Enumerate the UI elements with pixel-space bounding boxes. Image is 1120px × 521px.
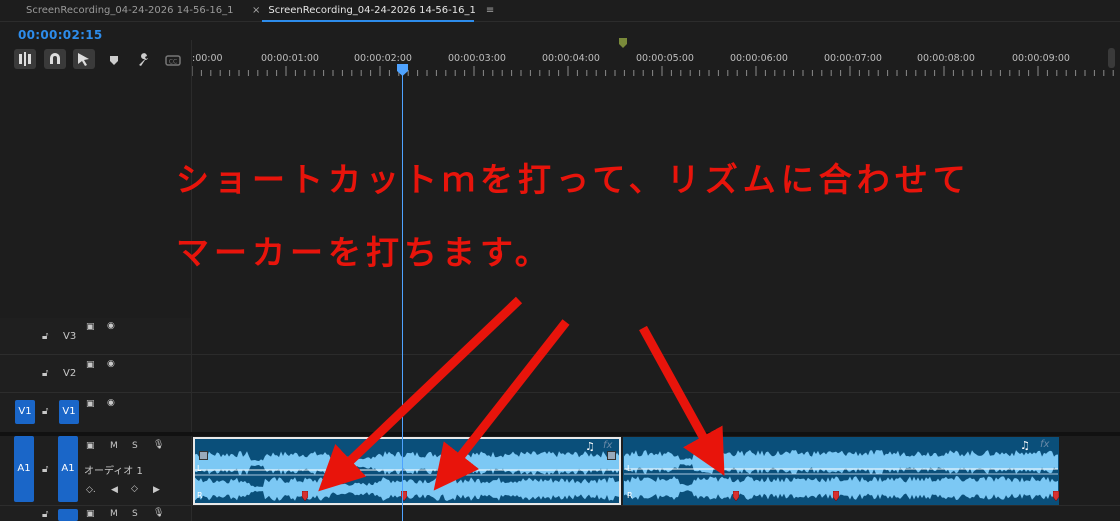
keyframe-toggle-icon[interactable]: ◇.: [86, 485, 96, 495]
track-lane-v3[interactable]: [192, 318, 1120, 355]
timeline-settings-wrench-icon[interactable]: [133, 50, 155, 70]
playhead-line[interactable]: [402, 70, 403, 521]
clip-keyframe-icon: [607, 451, 616, 460]
source-patch-a1[interactable]: A1: [14, 436, 34, 502]
tab-close-icon[interactable]: ×: [252, 5, 260, 16]
insert-sequence-as-nest-icon[interactable]: [14, 49, 36, 69]
clip-marker-icon[interactable]: [1053, 491, 1059, 501]
tab-sequence-inactive[interactable]: ScreenRecording_04-24-2026 14-56-16_1: [26, 0, 233, 22]
annotation-text-line-2: マーカーを打ちます。: [176, 233, 553, 272]
track-header-v3[interactable]: 🔓︎ V3 ▣ ◉: [0, 318, 191, 355]
right-channel-label: R: [627, 491, 633, 500]
track-target-v1[interactable]: V1: [59, 400, 79, 424]
sequence-tab-bar: ScreenRecording_04-24-2026 14-56-16_1 × S…: [0, 0, 1120, 22]
add-keyframe-icon[interactable]: ◇: [131, 484, 138, 494]
left-channel-label: L: [627, 464, 632, 473]
timeline-scrollbar[interactable]: [1103, 40, 1120, 70]
track-lock-icon[interactable]: 🔓︎: [42, 406, 48, 417]
playhead-handle[interactable]: [397, 64, 408, 76]
voice-over-record-mic-icon[interactable]: 🎙︎: [153, 508, 164, 518]
clip-keyframe-icon: [199, 451, 208, 460]
toggle-sync-lock-icon[interactable]: ▣: [86, 441, 95, 451]
ruler-time-label: 00:00:03:00: [448, 53, 506, 64]
toggle-track-output-eye-icon[interactable]: ◉: [107, 398, 115, 408]
music-note-icon: ♫: [1020, 439, 1030, 452]
track-lane-v1[interactable]: [192, 393, 1120, 433]
fx-badge-icon[interactable]: fx: [1040, 439, 1049, 450]
toggle-sync-lock-icon[interactable]: ▣: [86, 360, 95, 370]
ruler-time-label: 00:00:02:00: [354, 53, 412, 64]
mute-track-button[interactable]: M: [110, 509, 118, 519]
playhead-timecode[interactable]: 00:00:02:15: [18, 28, 103, 42]
ruler-time-label: 00:00:01:00: [261, 53, 319, 64]
clip-marker-icon[interactable]: [733, 491, 739, 501]
toggle-sync-lock-icon[interactable]: ▣: [86, 399, 95, 409]
ruler-time-label: 00:00:05:00: [636, 53, 694, 64]
ruler-time-label: 00:00:07:00: [824, 53, 882, 64]
toggle-sync-lock-icon[interactable]: ▣: [86, 509, 95, 519]
track-lane-v2[interactable]: [192, 355, 1120, 393]
svg-text:CC: CC: [169, 59, 177, 66]
track-name: V2: [63, 368, 77, 379]
fx-badge-icon[interactable]: fx: [603, 440, 612, 451]
ruler-time-label: 00:00:09:00: [1012, 53, 1070, 64]
track-lock-icon[interactable]: 🔓︎: [42, 509, 48, 520]
track-target-a2[interactable]: [58, 509, 78, 521]
ruler-time-label: 00:00:08:00: [917, 53, 975, 64]
audio-clip-2[interactable]: ♫ fx L R: [623, 437, 1059, 505]
time-ruler-ticks[interactable]: [192, 66, 1120, 76]
track-header-a2[interactable]: 🔓︎ ▣ M S 🎙︎: [0, 506, 191, 521]
tab-sequence-active[interactable]: × ScreenRecording_04-24-2026 14-56-16_1 ≡: [252, 0, 494, 22]
track-header-a1[interactable]: A1 🔓︎ A1 ▣ M S 🎙︎ オーディオ 1 ◇. ◀ ◇ ▶: [0, 436, 191, 506]
next-keyframe-icon[interactable]: ▶: [153, 485, 160, 495]
audio-waveform: [195, 451, 619, 501]
mute-track-button[interactable]: M: [110, 441, 118, 451]
solo-track-button[interactable]: S: [132, 509, 138, 519]
sequence-marker-icon[interactable]: [619, 38, 627, 48]
track-name: V3: [63, 331, 77, 342]
audio-track-label: オーディオ 1: [84, 466, 143, 477]
scrollbar-thumb[interactable]: [1108, 48, 1115, 68]
voice-over-record-mic-icon[interactable]: 🎙︎: [153, 440, 164, 450]
ruler-time-label: 00:00:04:00: [542, 53, 600, 64]
linked-selection-icon[interactable]: [73, 49, 95, 69]
music-note-icon: ♫: [585, 440, 595, 453]
toggle-sync-lock-icon[interactable]: ▣: [86, 322, 95, 332]
add-marker-icon[interactable]: [103, 50, 125, 70]
toggle-track-output-eye-icon[interactable]: ◉: [107, 359, 115, 369]
track-lock-icon[interactable]: 🔓︎: [42, 368, 48, 379]
track-lock-icon[interactable]: 🔓︎: [42, 331, 48, 342]
track-lock-icon[interactable]: 🔓︎: [42, 464, 48, 475]
solo-track-button[interactable]: S: [132, 441, 138, 451]
audio-clip-1[interactable]: ♫ fx L R: [193, 437, 621, 505]
track-header-v2[interactable]: 🔓︎ V2 ▣ ◉: [0, 355, 191, 393]
annotation-text-line-1: ショートカットｍを打って、リズムに合わせて: [176, 160, 971, 199]
ruler-time-label: 00:00:06:00: [730, 53, 788, 64]
active-tab-indicator: [262, 20, 474, 22]
track-header-v1[interactable]: V1 🔓︎ V1 ▣ ◉: [0, 393, 191, 433]
left-channel-label: L: [197, 464, 202, 473]
track-target-a1[interactable]: A1: [58, 436, 78, 502]
tab-label: ScreenRecording_04-24-2026 14-56-16_1: [268, 5, 476, 16]
snap-magnet-icon[interactable]: [44, 49, 66, 69]
right-channel-label: R: [197, 491, 203, 500]
toggle-track-output-eye-icon[interactable]: ◉: [107, 321, 115, 331]
captions-icon[interactable]: CC: [162, 50, 184, 70]
clip-marker-icon[interactable]: [833, 491, 839, 501]
source-patch-v1[interactable]: V1: [15, 400, 35, 424]
tab-menu-icon[interactable]: ≡: [486, 5, 494, 16]
audio-waveform: [624, 450, 1058, 500]
prev-keyframe-icon[interactable]: ◀: [111, 485, 118, 495]
ruler-time-label: :00:00: [192, 53, 223, 64]
clip-marker-icon[interactable]: [302, 491, 308, 501]
